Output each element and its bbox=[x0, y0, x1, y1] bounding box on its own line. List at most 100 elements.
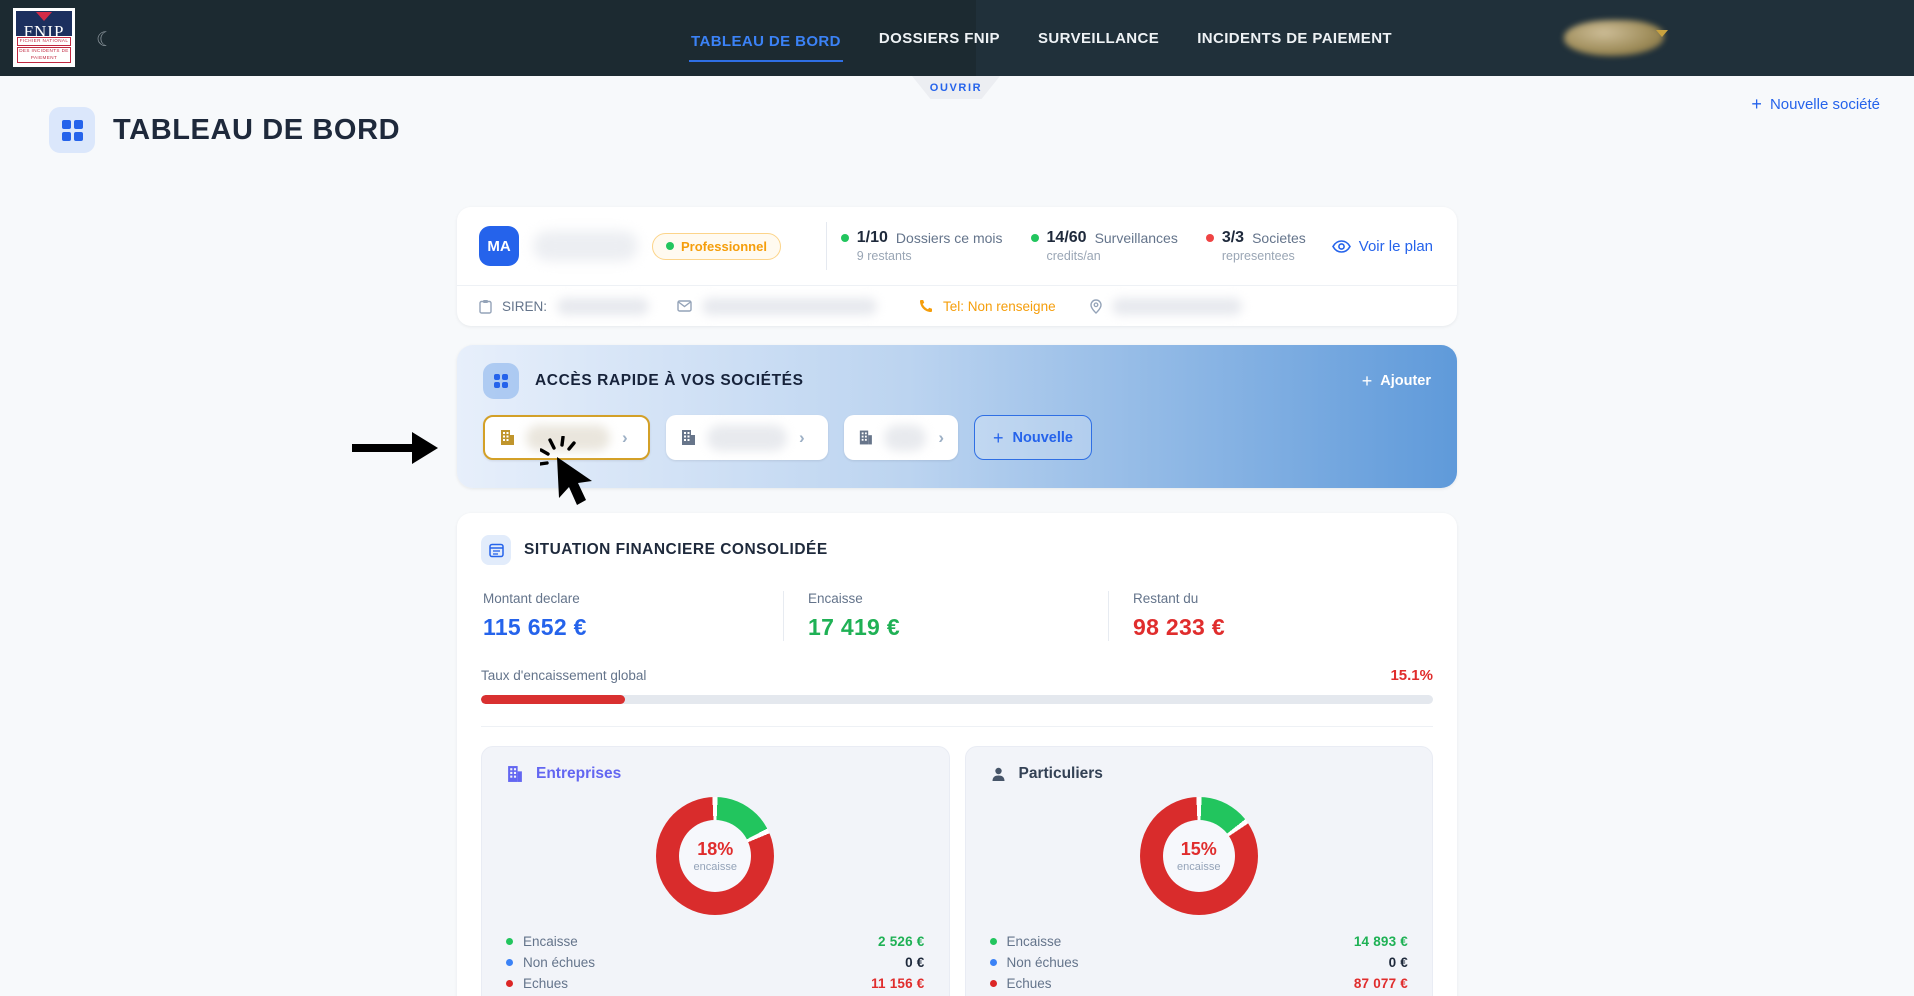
legend-label: Echues bbox=[1006, 976, 1052, 991]
legend-value: 0 € bbox=[905, 955, 925, 970]
metric-label: Encaisse bbox=[808, 591, 863, 606]
legend-row-encaisse: Encaisse 14 893 € bbox=[989, 931, 1409, 952]
avatar[interactable]: MA bbox=[479, 226, 519, 266]
new-company-label: Nouvelle société bbox=[1769, 95, 1880, 113]
legend-dot bbox=[506, 959, 513, 966]
plus-icon: + bbox=[1361, 371, 1373, 391]
legend-row-echues: Echues 11 156 € bbox=[506, 973, 925, 994]
fnip-logo[interactable]: FNIP FICHIER NATIONAL DES INCIDENTS DE P… bbox=[13, 8, 75, 67]
breakdown-cards: Entreprises 18% encaisse Encaisse 2 526 … bbox=[481, 746, 1433, 996]
stat-dossiers: 1/10 Dossiers ce mois 9 restants bbox=[827, 229, 1017, 263]
financial-header: SITUATION FINANCIERE CONSOLIDÉE bbox=[481, 535, 1433, 565]
nouvelle-button[interactable]: + Nouvelle bbox=[974, 415, 1092, 460]
cursor-click-icon bbox=[540, 436, 592, 505]
legend-dot bbox=[989, 980, 997, 987]
donut-percent: 18% bbox=[697, 839, 734, 859]
quick-access-header: ACCÈS RAPIDE À VOS SOCIÉTÉS + Ajouter bbox=[457, 345, 1457, 407]
nav-item-incidents-de-paiement[interactable]: INCIDENTS DE PAIEMENT bbox=[1195, 24, 1394, 53]
financial-card: SITUATION FINANCIERE CONSOLIDÉE Montant … bbox=[457, 513, 1457, 996]
legend-label: Echues bbox=[523, 976, 569, 991]
entreprises-title: Entreprises bbox=[536, 765, 622, 782]
user-menu-redacted[interactable] bbox=[1564, 20, 1664, 56]
legend-label: Non échues bbox=[523, 955, 596, 970]
company-name-redacted bbox=[883, 424, 927, 451]
stat-dot bbox=[1205, 234, 1214, 242]
plan-link-label: Voir le plan bbox=[1358, 237, 1433, 255]
clipboard-icon bbox=[479, 299, 492, 314]
page-header: TABLEAU DE BORD bbox=[49, 107, 400, 153]
rate-row: Taux d'encaissement global 15.1% bbox=[481, 667, 1433, 684]
report-card-icon bbox=[481, 535, 511, 565]
metric-label: Montant declare bbox=[483, 591, 580, 606]
nav-links: TABLEAU DE BORD DOSSIERS FNIP SURVEILLAN… bbox=[689, 0, 1394, 76]
new-company-link[interactable]: + Nouvelle société bbox=[1751, 95, 1880, 113]
email-redacted bbox=[702, 297, 878, 315]
building-icon bbox=[501, 430, 514, 445]
stat-dot bbox=[1030, 234, 1039, 242]
divider bbox=[481, 726, 1433, 727]
legend-row-echues: Echues 87 077 € bbox=[989, 973, 1409, 994]
siren-value-redacted bbox=[557, 297, 650, 315]
company-chip-2[interactable]: › bbox=[666, 415, 828, 460]
person-icon bbox=[992, 767, 1004, 781]
phone-icon bbox=[919, 299, 933, 313]
profile-row-main: MA Professionnel 1/10 Dossiers ce mois 9 bbox=[457, 207, 1457, 285]
logo-subtitle-line2: DES INCIDENTS DE PAIEMENT bbox=[17, 46, 71, 63]
company-chip-3[interactable]: › bbox=[844, 415, 958, 460]
stat-label: Surveillances bbox=[1094, 230, 1178, 246]
company-chips-row: › › › + Nouvelle bbox=[457, 407, 1457, 460]
particuliers-donut-chart: 15% encaisse bbox=[1139, 797, 1258, 915]
envelope-icon bbox=[677, 300, 692, 312]
legend-dot bbox=[506, 980, 513, 987]
profile-card: MA Professionnel 1/10 Dossiers ce mois 9 bbox=[457, 207, 1457, 326]
plan-badge: Professionnel bbox=[652, 232, 781, 260]
legend-dot bbox=[989, 959, 997, 966]
top-nav: FNIP FICHIER NATIONAL DES INCIDENTS DE P… bbox=[0, 0, 1914, 76]
chevron-right-icon: › bbox=[938, 427, 944, 447]
particuliers-header: Particuliers bbox=[990, 765, 1409, 783]
rate-value: 15.1% bbox=[1390, 667, 1433, 684]
metric-encaisse: Encaisse 17 419 € bbox=[783, 591, 1108, 641]
address-redacted bbox=[1111, 297, 1242, 315]
financial-title: SITUATION FINANCIERE CONSOLIDÉE bbox=[524, 541, 828, 558]
stat-label: Dossiers ce mois bbox=[895, 230, 1003, 246]
ajouter-label: Ajouter bbox=[1380, 373, 1431, 389]
user-name-redacted bbox=[533, 231, 638, 261]
particuliers-legend: Encaisse 14 893 € Non échues 0 € Echues … bbox=[989, 931, 1409, 994]
location-pin-icon bbox=[1089, 298, 1102, 314]
nav-item-tableau-de-bord[interactable]: TABLEAU DE BORD bbox=[689, 27, 843, 62]
fnip-logo-inner: FNIP FICHIER NATIONAL DES INCIDENTS DE P… bbox=[16, 11, 72, 64]
nouvelle-label: Nouvelle bbox=[1012, 429, 1073, 446]
entreprises-card: Entreprises 18% encaisse Encaisse 2 526 … bbox=[481, 746, 950, 996]
profile-contact-row: SIREN: Tel: Non renseigne bbox=[457, 286, 1457, 326]
stat-societes: 3/3 Societes representees bbox=[1192, 229, 1320, 263]
rate-progress-track bbox=[481, 695, 1433, 704]
nav-item-surveillance[interactable]: SURVEILLANCE bbox=[1036, 24, 1161, 53]
metric-value: 115 652 € bbox=[483, 614, 587, 640]
metric-montant-declare: Montant declare 115 652 € bbox=[481, 591, 783, 641]
voir-le-plan-link[interactable]: Voir le plan bbox=[1320, 238, 1457, 255]
legend-row-non-echues: Non échues 0 € bbox=[506, 952, 925, 973]
entreprises-legend: Encaisse 2 526 € Non échues 0 € Echues 1… bbox=[506, 931, 925, 994]
building-icon bbox=[508, 766, 522, 782]
entreprises-header: Entreprises bbox=[506, 765, 925, 783]
ouvrir-tab-button[interactable]: OUVRIR bbox=[912, 76, 1000, 99]
stat-label: Societes bbox=[1252, 230, 1306, 246]
particuliers-card: Particuliers 15% encaisse Encaisse 14 89… bbox=[964, 746, 1433, 996]
legend-value: 2 526 € bbox=[878, 934, 925, 949]
dark-mode-toggle-moon-icon[interactable]: ☾︎ bbox=[96, 27, 114, 52]
user-menu-caret-icon bbox=[1656, 30, 1668, 37]
page-title: TABLEAU DE BORD bbox=[113, 113, 401, 146]
entreprises-donut-chart: 18% encaisse bbox=[656, 797, 775, 915]
rate-label: Taux d'encaissement global bbox=[481, 668, 647, 683]
stat-dot bbox=[840, 234, 849, 242]
annotation-arrow bbox=[352, 432, 438, 464]
nav-item-dossiers-fnip[interactable]: DOSSIERS FNIP bbox=[877, 24, 1002, 53]
stat-sub: credits/an bbox=[1046, 249, 1101, 263]
siren-label: SIREN: bbox=[502, 298, 548, 314]
legend-row-non-echues: Non échues 0 € bbox=[989, 952, 1409, 973]
logo-subtitle: FICHIER NATIONAL DES INCIDENTS DE PAIEME… bbox=[16, 35, 72, 64]
company-name-redacted bbox=[707, 424, 787, 451]
ajouter-button[interactable]: + Ajouter bbox=[1362, 372, 1431, 390]
profile-stats: 1/10 Dossiers ce mois 9 restants 14/60 S… bbox=[825, 207, 1457, 285]
